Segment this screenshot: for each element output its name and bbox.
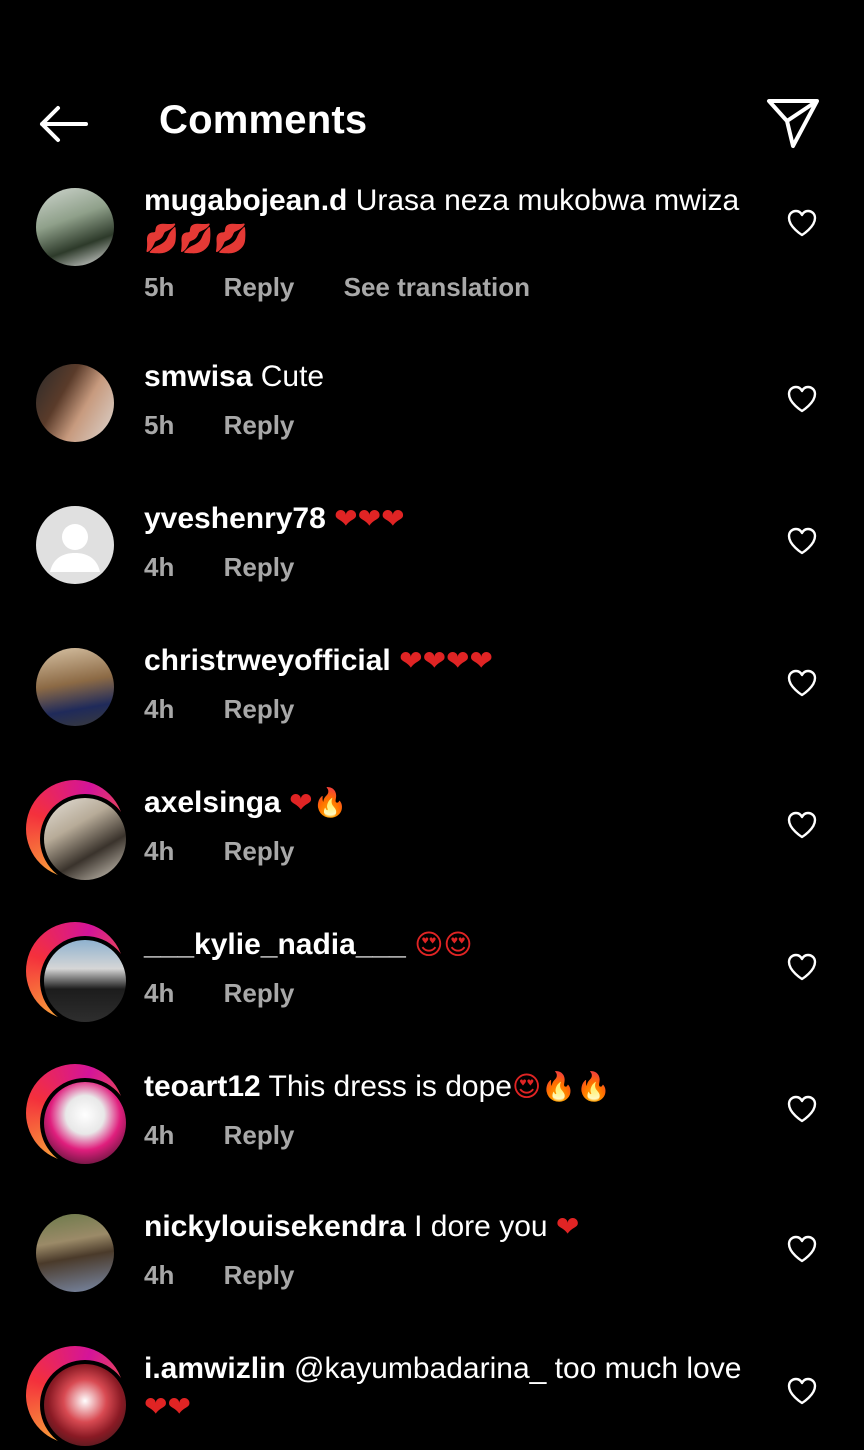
comment-text: Cute — [260, 360, 325, 393]
comment-time: 4h — [144, 694, 175, 724]
avatar[interactable] — [36, 188, 114, 266]
comment-text: @kayumbadarina_ too much love — [294, 1352, 742, 1385]
comment-username[interactable]: nickylouisekendra — [144, 1210, 406, 1243]
comment-time: 5h — [144, 410, 175, 440]
avatar[interactable] — [26, 922, 130, 1026]
header-bar: Comments — [0, 0, 864, 170]
reply-button[interactable]: Reply — [224, 272, 295, 302]
comment-emoji: ❤❤ — [144, 1390, 191, 1423]
comment-text: I dore you — [414, 1210, 548, 1243]
comment-meta: 5h Reply — [144, 410, 336, 441]
heart-icon[interactable] — [786, 1094, 818, 1124]
reply-button[interactable]: Reply — [224, 552, 295, 582]
comment-username[interactable]: i.amwizlin — [144, 1352, 286, 1385]
comment-username[interactable]: mugabojean.d — [144, 184, 347, 217]
comment-meta: 4h Reply — [144, 1120, 336, 1151]
reply-button[interactable]: Reply — [224, 1260, 295, 1290]
back-arrow-icon[interactable] — [34, 100, 90, 148]
avatar[interactable] — [36, 1214, 114, 1292]
send-icon[interactable] — [764, 96, 822, 150]
comment-emoji: ❤🔥 — [289, 786, 348, 819]
heart-icon[interactable] — [786, 1376, 818, 1406]
comment-text: Urasa neza mukobwa mwiza — [355, 184, 740, 217]
reply-button[interactable]: Reply — [224, 978, 295, 1008]
avatar[interactable] — [36, 506, 114, 584]
comment-emoji: ❤❤❤❤ — [399, 644, 493, 677]
comment-username[interactable]: ___kylie_nadia___ — [144, 928, 406, 961]
comment-time: 4h — [144, 552, 175, 582]
comment-username[interactable]: yveshenry78 — [144, 502, 326, 535]
heart-icon[interactable] — [786, 810, 818, 840]
comment-username[interactable]: christrweyofficial — [144, 644, 391, 677]
reply-button[interactable]: Reply — [224, 836, 295, 866]
comment-time: 4h — [144, 1120, 175, 1150]
comment-emoji: 💋💋💋 — [144, 222, 249, 255]
heart-icon[interactable] — [786, 952, 818, 982]
comment-username[interactable]: smwisa — [144, 360, 252, 393]
avatar[interactable] — [26, 1064, 130, 1168]
reply-button[interactable]: Reply — [224, 1120, 295, 1150]
comment-meta: 5h Reply See translation — [144, 272, 572, 303]
avatar[interactable] — [36, 648, 114, 726]
comment-meta: 4h Reply — [144, 1260, 336, 1291]
comment-emoji: ❤❤❤ — [334, 502, 405, 535]
avatar[interactable] — [36, 364, 114, 442]
comment-meta: 4h Reply — [144, 552, 336, 583]
reply-button[interactable]: Reply — [224, 410, 295, 440]
reply-button[interactable]: Reply — [224, 694, 295, 724]
comment-time: 4h — [144, 1260, 175, 1290]
comment-username[interactable]: teoart12 — [144, 1070, 261, 1103]
comment-meta: 4h Reply — [144, 836, 336, 867]
comment-emoji: 😍🔥🔥 — [511, 1070, 611, 1103]
comment-time: 5h — [144, 272, 175, 302]
see-translation-button[interactable]: See translation — [344, 272, 530, 302]
heart-icon[interactable] — [786, 526, 818, 556]
comment-meta: 4h Reply — [144, 978, 336, 1009]
default-avatar-icon — [50, 524, 100, 572]
comment-meta: 4h Reply — [144, 694, 336, 725]
comment-time: 4h — [144, 836, 175, 866]
heart-icon[interactable] — [786, 384, 818, 414]
comment-emoji: 😍😍 — [414, 928, 473, 961]
heart-icon[interactable] — [786, 208, 818, 238]
avatar[interactable] — [26, 780, 130, 884]
avatar[interactable] — [26, 1346, 130, 1450]
comment-username[interactable]: axelsinga — [144, 786, 281, 819]
page-title: Comments — [159, 98, 368, 142]
comment-emoji: ❤ — [555, 1210, 580, 1243]
heart-icon[interactable] — [786, 1234, 818, 1264]
heart-icon[interactable] — [786, 668, 818, 698]
comment-text: This dress is dope — [268, 1070, 512, 1103]
comment-time: 4h — [144, 978, 175, 1008]
